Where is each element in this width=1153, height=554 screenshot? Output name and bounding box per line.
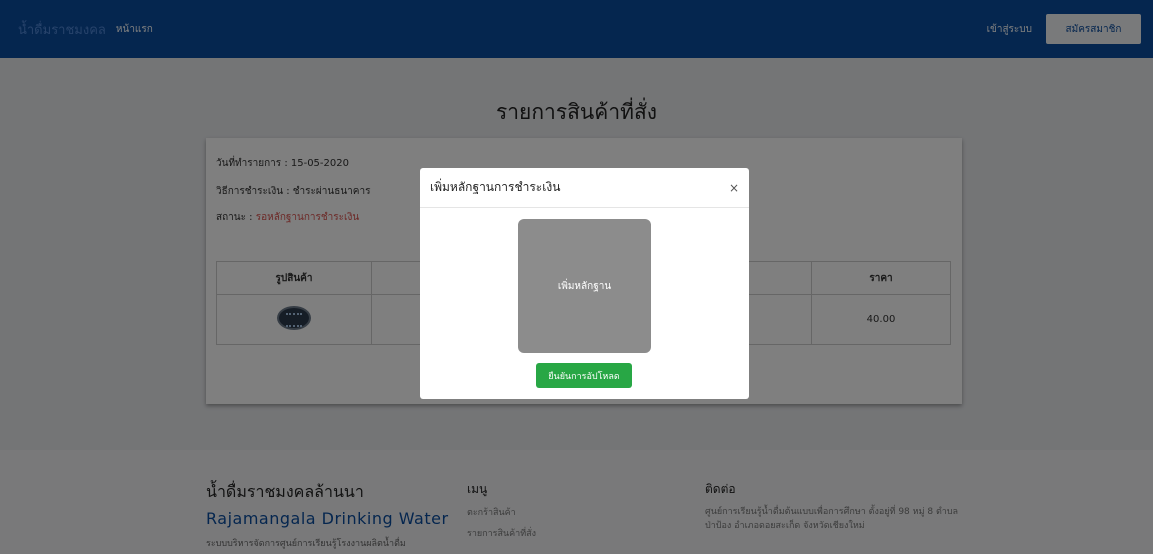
confirm-upload-button[interactable]: ยืนยันการอัปโหลด [536,363,632,388]
upload-proof-dropzone[interactable]: เพิ่มหลักฐาน [518,219,651,353]
modal-header: เพิ่มหลักฐานการชำระเงิน × [420,168,749,208]
close-icon[interactable]: × [729,181,739,195]
modal-title: เพิ่มหลักฐานการชำระเงิน [430,180,561,194]
upload-proof-modal: เพิ่มหลักฐานการชำระเงิน × เพิ่มหลักฐาน ย… [420,168,749,399]
upload-label: เพิ่มหลักฐาน [557,280,612,292]
